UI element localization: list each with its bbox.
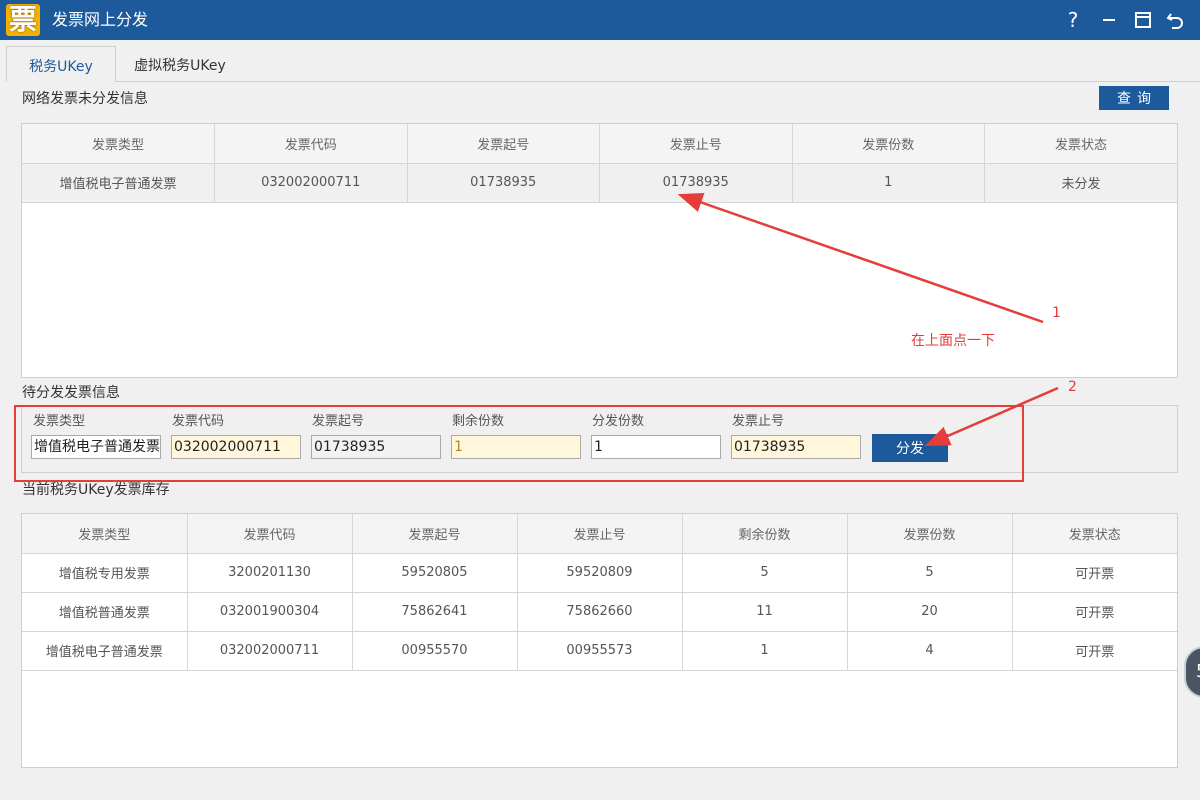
table-cell[interactable]: 75862641	[352, 592, 518, 632]
table-row[interactable]: 增值税普通发票 032001900304 75862641 75862660 1…	[22, 592, 1177, 632]
app-logo-icon: 票	[6, 4, 40, 36]
table-cell[interactable]: 20	[847, 592, 1013, 632]
annotation-step-2-number: 2	[1068, 379, 1077, 395]
table-cell[interactable]: 00955573	[517, 631, 683, 671]
window-title: 发票网上分发	[52, 10, 149, 29]
table-row[interactable]: 增值税电子普通发票 032002000711 00955570 00955573…	[22, 631, 1177, 671]
inventory-section-title: 当前税务UKey发票库存	[22, 482, 170, 498]
column-header: 发票类型	[22, 124, 215, 164]
table-cell[interactable]: 4	[847, 631, 1013, 671]
table-row[interactable]: 增值税电子普通发票 032002000711 01738935 01738935…	[22, 163, 1177, 203]
column-header: 剩余份数	[682, 514, 848, 554]
table-cell[interactable]: 增值税专用发票	[22, 553, 188, 593]
column-header: 发票份数	[847, 514, 1013, 554]
tab-virtual-tax-ukey[interactable]: 虚拟税务UKey	[120, 46, 240, 82]
table-cell[interactable]: 75862660	[517, 592, 683, 632]
table-cell[interactable]: 可开票	[1012, 631, 1177, 671]
column-header: 发票起号	[407, 124, 600, 164]
maximize-icon[interactable]	[1128, 0, 1158, 40]
table-header-row: 发票类型 发票代码 发票起号 发票止号 发票份数 发票状态	[22, 124, 1177, 164]
table-header-row: 发票类型 发票代码 发票起号 发票止号 剩余份数 发票份数 发票状态	[22, 514, 1177, 554]
table-cell[interactable]: 01738935	[599, 163, 793, 203]
table-cell[interactable]: 5	[847, 553, 1013, 593]
table-cell[interactable]: 可开票	[1012, 553, 1177, 593]
table-cell[interactable]: 5	[682, 553, 848, 593]
tab-tax-ukey[interactable]: 税务UKey	[6, 46, 116, 82]
table-cell[interactable]: 1	[682, 631, 848, 671]
table-cell[interactable]: 59520805	[352, 553, 518, 593]
tab-divider	[116, 81, 1200, 82]
column-header: 发票状态	[1012, 514, 1177, 554]
column-header: 发票止号	[599, 124, 793, 164]
column-header: 发票止号	[517, 514, 683, 554]
column-header: 发票代码	[214, 124, 408, 164]
inventory-table: 发票类型 发票代码 发票起号 发票止号 剩余份数 发票份数 发票状态 增值税专用…	[21, 513, 1178, 768]
table-cell[interactable]: 032002000711	[214, 163, 408, 203]
table-cell[interactable]: 032001900304	[187, 592, 353, 632]
annotation-highlight-box	[14, 405, 1024, 482]
floating-badge[interactable]: 5	[1184, 646, 1200, 698]
network-section-title: 网络发票未分发信息	[22, 91, 148, 107]
title-bar: 票 发票网上分发 ?	[0, 0, 1200, 40]
network-invoice-table: 发票类型 发票代码 发票起号 发票止号 发票份数 发票状态 增值税电子普通发票 …	[21, 123, 1178, 378]
column-header: 发票起号	[352, 514, 518, 554]
table-cell[interactable]: 01738935	[407, 163, 600, 203]
table-cell[interactable]: 增值税普通发票	[22, 592, 188, 632]
column-header: 发票类型	[22, 514, 188, 554]
column-header: 发票状态	[984, 124, 1177, 164]
table-cell[interactable]: 032002000711	[187, 631, 353, 671]
column-header: 发票份数	[792, 124, 985, 164]
table-cell[interactable]: 增值税电子普通发票	[22, 631, 188, 671]
back-icon[interactable]	[1160, 0, 1190, 40]
query-button[interactable]: 查询	[1099, 86, 1169, 110]
table-cell[interactable]: 11	[682, 592, 848, 632]
table-cell[interactable]: 00955570	[352, 631, 518, 671]
table-cell[interactable]: 1	[792, 163, 985, 203]
table-cell[interactable]: 可开票	[1012, 592, 1177, 632]
table-cell[interactable]: 未分发	[984, 163, 1177, 203]
pending-section-title: 待分发发票信息	[22, 385, 120, 401]
help-icon[interactable]: ?	[1058, 0, 1088, 40]
table-row[interactable]: 增值税专用发票 3200201130 59520805 59520809 5 5…	[22, 553, 1177, 593]
annotation-step-1-text: 在上面点一下	[911, 333, 995, 349]
table-cell[interactable]: 3200201130	[187, 553, 353, 593]
column-header: 发票代码	[187, 514, 353, 554]
minimize-icon[interactable]	[1094, 0, 1124, 40]
table-cell[interactable]: 增值税电子普通发票	[22, 163, 215, 203]
annotation-step-1-number: 1	[1052, 305, 1061, 321]
table-cell[interactable]: 59520809	[517, 553, 683, 593]
